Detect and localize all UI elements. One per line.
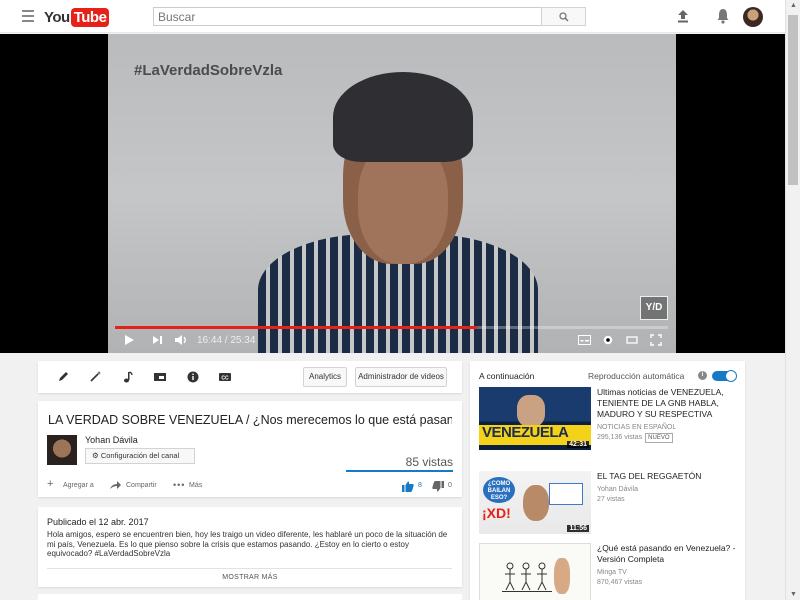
notifications-bell-icon[interactable] xyxy=(716,8,730,24)
svg-text:CC: CC xyxy=(221,375,229,381)
video-thumbnail[interactable] xyxy=(479,543,591,600)
channel-settings-label: Configuración del canal xyxy=(100,451,180,460)
edit-pencil-icon[interactable] xyxy=(56,370,70,384)
page-scrollbar[interactable]: ▲ ▼ xyxy=(785,0,800,600)
next-icon[interactable] xyxy=(152,334,163,346)
audio-note-icon[interactable] xyxy=(121,370,135,384)
more-dots-icon[interactable]: ••• xyxy=(173,480,185,490)
scroll-up-arrow-icon[interactable]: ▲ xyxy=(790,2,797,9)
gear-icon: ⚙ xyxy=(92,451,99,460)
video-duration: 11:56 xyxy=(567,525,589,532)
channel-settings-button[interactable]: ⚙ Configuración del canal xyxy=(85,448,195,464)
scroll-down-arrow-icon[interactable]: ▼ xyxy=(790,591,797,598)
analytics-button[interactable]: Analytics xyxy=(303,367,347,387)
time-display: 16:44 / 25:34 xyxy=(197,335,256,346)
progress-played xyxy=(115,326,477,329)
sentiment-bar xyxy=(346,470,453,472)
thumbnail-sketch-figures xyxy=(505,562,547,591)
dislike-thumbs-down-icon[interactable] xyxy=(432,481,444,492)
new-badge: NUEVO xyxy=(645,433,673,443)
show-more-button[interactable]: MOSTRAR MÁS xyxy=(38,574,462,581)
video-player[interactable]: #LaVerdadSobreVzla Y/D 16:44 / 25:34 xyxy=(0,34,785,353)
menu-icon[interactable] xyxy=(22,10,34,22)
thumbnail-sign xyxy=(549,483,583,505)
video-title: LA VERDAD SOBRE VENEZUELA / ¿Nos merecem… xyxy=(48,413,452,427)
share-arrow-icon[interactable] xyxy=(109,480,122,490)
youtube-logo[interactable]: You Tube xyxy=(44,7,110,27)
captions-cc-icon[interactable]: CC xyxy=(218,370,232,384)
sentiment-bar-likes xyxy=(346,470,453,472)
recommended-video[interactable]: ¿Qué está pasando en Venezuela? - Versió… xyxy=(479,543,741,600)
up-next-sidebar: A continuación Reproducción automática i… xyxy=(470,361,745,600)
recommended-video-title[interactable]: EL TAG DEL REGGAETÓN xyxy=(597,471,737,482)
description-text: Hola amigos, espero se encuentren bien, … xyxy=(47,530,448,558)
settings-gear-icon[interactable] xyxy=(602,334,614,346)
recommended-video-views: 27 vistas xyxy=(597,496,625,503)
search-icon xyxy=(558,12,569,22)
end-screen-icon[interactable] xyxy=(153,370,167,384)
volume-icon[interactable] xyxy=(174,334,188,346)
play-icon[interactable] xyxy=(124,334,135,346)
recommended-video-channel: NOTICIAS EN ESPAÑOL xyxy=(597,424,677,431)
scrollbar-thumb[interactable] xyxy=(788,15,798,185)
recommended-video-title[interactable]: ¿Qué está pasando en Venezuela? - Versió… xyxy=(597,543,737,565)
thumbnail-text: ¡XD! xyxy=(482,505,511,521)
subtitles-icon[interactable] xyxy=(578,334,591,346)
theater-mode-icon[interactable] xyxy=(626,334,638,346)
search-button[interactable] xyxy=(541,7,586,26)
recommended-video[interactable]: ¿COMO BAILAN ESO? ¡XD! 11:56 EL TAG DEL … xyxy=(479,471,741,536)
recommended-video-meta: 295,136 vistas NUEVO xyxy=(597,433,673,443)
channel-watermark[interactable]: Y/D xyxy=(640,296,668,320)
description-card: Publicado el 12 abr. 2017 Hola amigos, e… xyxy=(38,507,462,587)
autoplay-toggle-knob xyxy=(725,370,737,382)
more-button[interactable]: Más xyxy=(189,482,202,489)
add-to-button[interactable]: Agregar a xyxy=(63,482,94,489)
video-manager-button[interactable]: Administrador de videos xyxy=(355,367,447,387)
video-info-card: LA VERDAD SOBRE VENEZUELA / ¿Nos merecem… xyxy=(38,401,462,497)
like-count: 8 xyxy=(418,482,422,489)
fullscreen-icon[interactable] xyxy=(650,334,662,346)
divider xyxy=(47,568,452,569)
account-avatar[interactable] xyxy=(743,7,763,27)
thumbnail-hand xyxy=(554,558,570,594)
upload-icon[interactable] xyxy=(676,9,690,23)
recommended-video-views: 295,136 vistas xyxy=(597,434,643,441)
thumbnail-person xyxy=(517,395,545,427)
enhancements-wand-icon[interactable] xyxy=(88,370,102,384)
recommended-video-title[interactable]: Ultimas noticias de VENEZUELA, TENIENTE … xyxy=(597,387,737,420)
video-person-cap xyxy=(333,72,473,162)
autoplay-info-icon[interactable]: i xyxy=(698,371,707,380)
publish-date: Publicado el 12 abr. 2017 xyxy=(47,517,149,527)
video-thumbnail[interactable]: VENEZUELA 42:31 xyxy=(479,387,591,450)
autoplay-label: Reproducción automática xyxy=(588,371,685,381)
recommended-video-views: 870,467 vistas xyxy=(597,579,643,586)
like-thumbs-up-icon[interactable] xyxy=(402,481,414,492)
view-count: 85 vistas xyxy=(405,455,453,469)
channel-name-link[interactable]: Yohan Dávila xyxy=(85,435,138,445)
video-frame[interactable]: #LaVerdadSobreVzla Y/D xyxy=(108,34,676,353)
progress-bar[interactable] xyxy=(115,326,668,329)
recommended-video[interactable]: VENEZUELA 42:31 Ultimas noticias de VENE… xyxy=(479,387,741,452)
add-to-plus-icon[interactable]: + xyxy=(47,478,53,490)
comments-card-edge xyxy=(38,594,462,600)
info-cards-icon[interactable] xyxy=(186,370,200,384)
thumbnail-drawing xyxy=(502,554,552,592)
creator-toolbar: CC Analytics Administrador de videos xyxy=(38,361,462,393)
search-input[interactable]: Buscar xyxy=(153,7,542,26)
video-overlay-hashtag: #LaVerdadSobreVzla xyxy=(134,62,283,79)
masthead: You Tube Buscar xyxy=(0,0,785,33)
share-button[interactable]: Compartir xyxy=(126,482,157,489)
dislike-count: 0 xyxy=(448,482,452,489)
recommended-video-channel: Yohan Dávila xyxy=(597,486,638,493)
recommended-video-channel: Minga TV xyxy=(597,569,627,576)
thumbnail-text: VENEZUELA xyxy=(482,424,569,441)
thumbnail-speech-bubble: ¿COMO BAILAN ESO? xyxy=(483,477,515,503)
autoplay-toggle[interactable] xyxy=(712,370,737,382)
up-next-heading: A continuación xyxy=(479,371,535,381)
video-duration: 42:31 xyxy=(567,441,589,448)
thumbnail-person xyxy=(523,485,549,521)
channel-avatar[interactable] xyxy=(47,435,77,465)
video-thumbnail[interactable]: ¿COMO BAILAN ESO? ¡XD! 11:56 xyxy=(479,471,591,534)
